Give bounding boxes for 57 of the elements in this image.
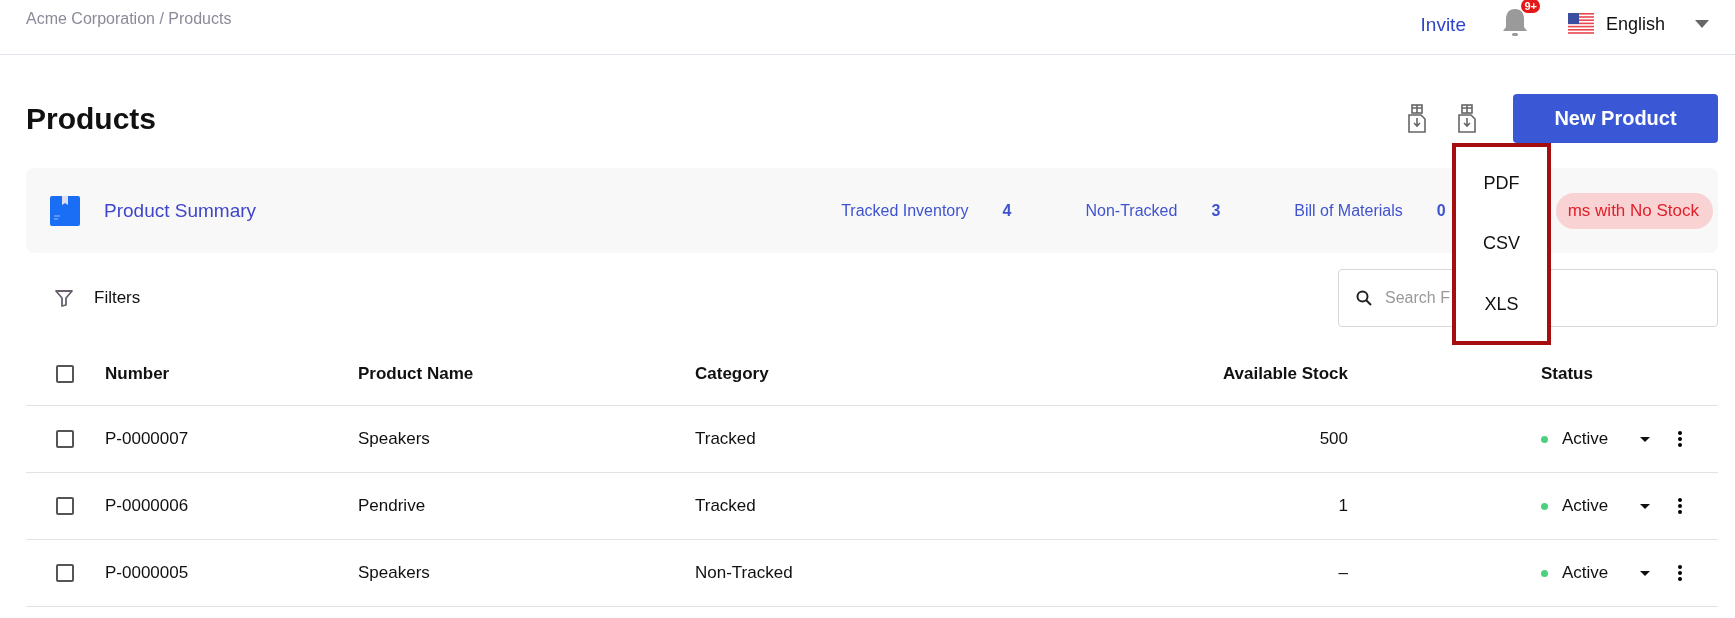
filter-icon: [54, 288, 74, 308]
stat-label[interactable]: Bill of Materials: [1294, 201, 1403, 220]
export-button[interactable]: [1457, 103, 1477, 134]
stat-label[interactable]: Tracked Inventory: [841, 201, 969, 220]
more-icon: [1678, 431, 1682, 447]
search-icon: [1356, 290, 1372, 306]
summary-title: Product Summary: [104, 199, 257, 222]
new-product-button[interactable]: New Product: [1513, 94, 1718, 143]
table-cell-text: –: [1337, 563, 1348, 583]
status-text: Active: [1562, 563, 1609, 583]
more-icon: [1678, 565, 1682, 581]
breadcrumb: Acme Corporation / Products: [26, 10, 232, 28]
select-all-checkbox[interactable]: [56, 365, 74, 383]
file-download-icon: [1407, 103, 1427, 134]
caret-icon: [1640, 570, 1650, 576]
flag-icon: [1567, 13, 1594, 35]
table-cell-text: Non-Tracked: [695, 563, 794, 583]
status-text: Active: [1562, 429, 1609, 449]
table-cell-text: P-0000007: [105, 429, 190, 449]
stat-value: 0: [1436, 201, 1446, 220]
file-download-icon: [1457, 103, 1477, 134]
table-cell-text: P-0000005: [105, 563, 190, 583]
table-cell-text: Speakers: [358, 429, 431, 449]
column-header[interactable]: Category: [695, 364, 1015, 384]
caret-icon: [1695, 20, 1709, 28]
table-cell-text: Tracked: [695, 496, 757, 516]
column-header[interactable]: Available Stock: [1015, 364, 1348, 384]
table-cell-text: Speakers: [358, 563, 431, 583]
column-header[interactable]: Number: [105, 364, 358, 384]
stat-label[interactable]: Non-Tracked: [1085, 201, 1178, 220]
more-icon: [1678, 498, 1682, 514]
stat-value: 3: [1211, 201, 1221, 220]
table-cell-text: 500: [1318, 429, 1348, 449]
table-cell-text: 1: [1337, 496, 1348, 516]
language-selector[interactable]: English: [1567, 13, 1709, 35]
invite-link[interactable]: Invite: [1420, 14, 1466, 36]
row-checkbox[interactable]: [56, 497, 74, 515]
column-header[interactable]: Product Name: [358, 364, 695, 384]
row-checkbox[interactable]: [56, 564, 74, 582]
column-header[interactable]: Status: [1541, 364, 1593, 383]
menu-item[interactable]: XLS: [1472, 286, 1531, 324]
import-button[interactable]: [1407, 103, 1427, 134]
stat-value: 4: [1002, 201, 1012, 220]
row-checkbox[interactable]: [56, 430, 74, 448]
status-text: Active: [1562, 496, 1609, 516]
table-cell-text: Pendrive: [358, 496, 427, 516]
menu-item[interactable]: PDF: [1471, 164, 1532, 202]
notification-badge: 9+: [1521, 0, 1540, 13]
box-icon: [50, 195, 80, 226]
no-stock-badge[interactable]: ms with No Stock: [1555, 192, 1713, 229]
menu-item[interactable]: CSV: [1471, 225, 1532, 263]
caret-icon: [1640, 503, 1650, 509]
page-title: Products: [26, 101, 157, 136]
table-cell-text: P-0000006: [105, 496, 190, 516]
table-cell-text: Tracked: [695, 429, 757, 449]
caret-icon: [1640, 436, 1650, 442]
filters-button[interactable]: Filters: [54, 288, 141, 308]
